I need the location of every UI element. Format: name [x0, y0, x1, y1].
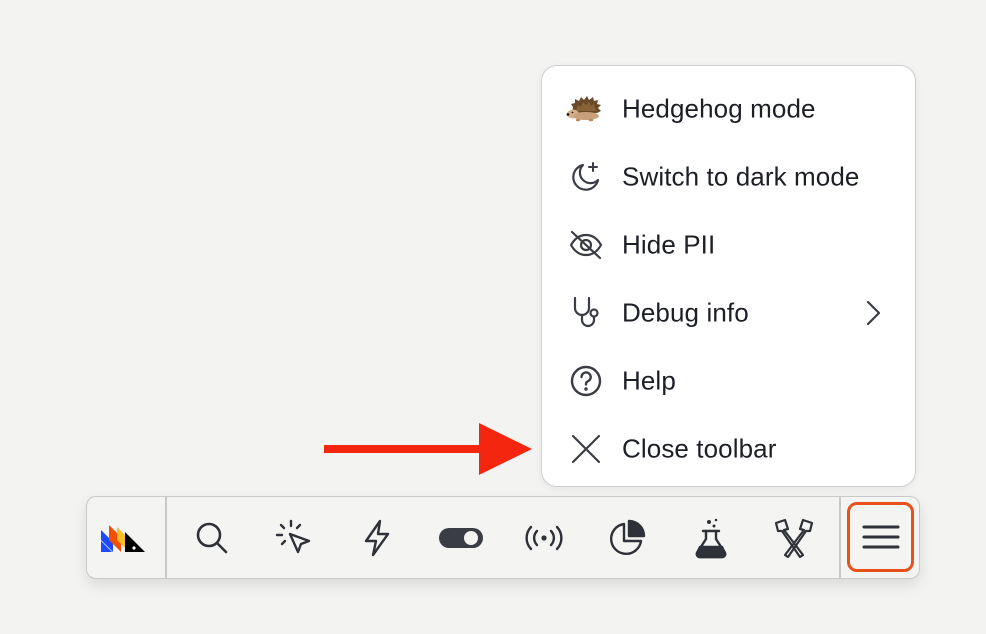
toggle-icon	[438, 526, 484, 550]
close-icon	[566, 429, 606, 469]
menu-item-label: Switch to dark mode	[622, 161, 860, 192]
broadcast-icon	[522, 522, 566, 554]
posthog-logo-button[interactable]	[100, 512, 152, 564]
events-button[interactable]	[518, 512, 570, 564]
hedgehog-icon	[566, 89, 606, 129]
inspect-button[interactable]	[268, 512, 320, 564]
chevron-right-icon	[861, 298, 885, 328]
toolbar-menu-button[interactable]	[847, 502, 914, 572]
crossed-pins-icon	[773, 517, 815, 559]
toolbar-divider	[839, 497, 841, 578]
experiments-button[interactable]	[685, 512, 737, 564]
menu-item-close-toolbar[interactable]: Close toolbar	[542, 421, 915, 477]
menu-item-dark-mode[interactable]: Switch to dark mode	[542, 149, 915, 205]
menu-item-label: Debug info	[622, 297, 749, 328]
feature-flags-button[interactable]	[435, 512, 487, 564]
menu-item-hedgehog-mode[interactable]: Hedgehog mode	[542, 81, 915, 137]
menu-item-label: Help	[622, 365, 676, 396]
menu-item-label: Hide PII	[622, 229, 716, 260]
pie-chart-icon	[607, 518, 647, 558]
heatmap-button[interactable]	[601, 512, 653, 564]
posthog-toolbar	[86, 496, 920, 579]
toolbar-divider	[165, 497, 167, 578]
menu-item-label: Close toolbar	[622, 433, 777, 464]
moon-sparkle-icon	[566, 157, 606, 197]
pins-button[interactable]	[768, 512, 820, 564]
search-button[interactable]	[186, 512, 238, 564]
menu-item-debug-info[interactable]: Debug info	[542, 285, 915, 341]
menu-item-hide-pii[interactable]: Hide PII	[542, 217, 915, 273]
eye-off-icon	[566, 225, 606, 265]
annotation-arrow	[324, 422, 534, 476]
cursor-click-icon	[274, 518, 314, 558]
lightning-icon	[360, 519, 394, 557]
stethoscope-icon	[566, 293, 606, 333]
actions-button[interactable]	[351, 512, 403, 564]
flask-icon	[692, 517, 730, 559]
hamburger-menu-icon	[862, 524, 900, 550]
posthog-logo-icon	[101, 524, 151, 552]
toolbar-more-menu: Hedgehog mode Switch to dark mode Hide P…	[541, 65, 916, 487]
menu-item-label: Hedgehog mode	[622, 93, 816, 124]
menu-item-help[interactable]: Help	[542, 353, 915, 409]
search-icon	[194, 520, 230, 556]
help-circle-icon	[566, 361, 606, 401]
